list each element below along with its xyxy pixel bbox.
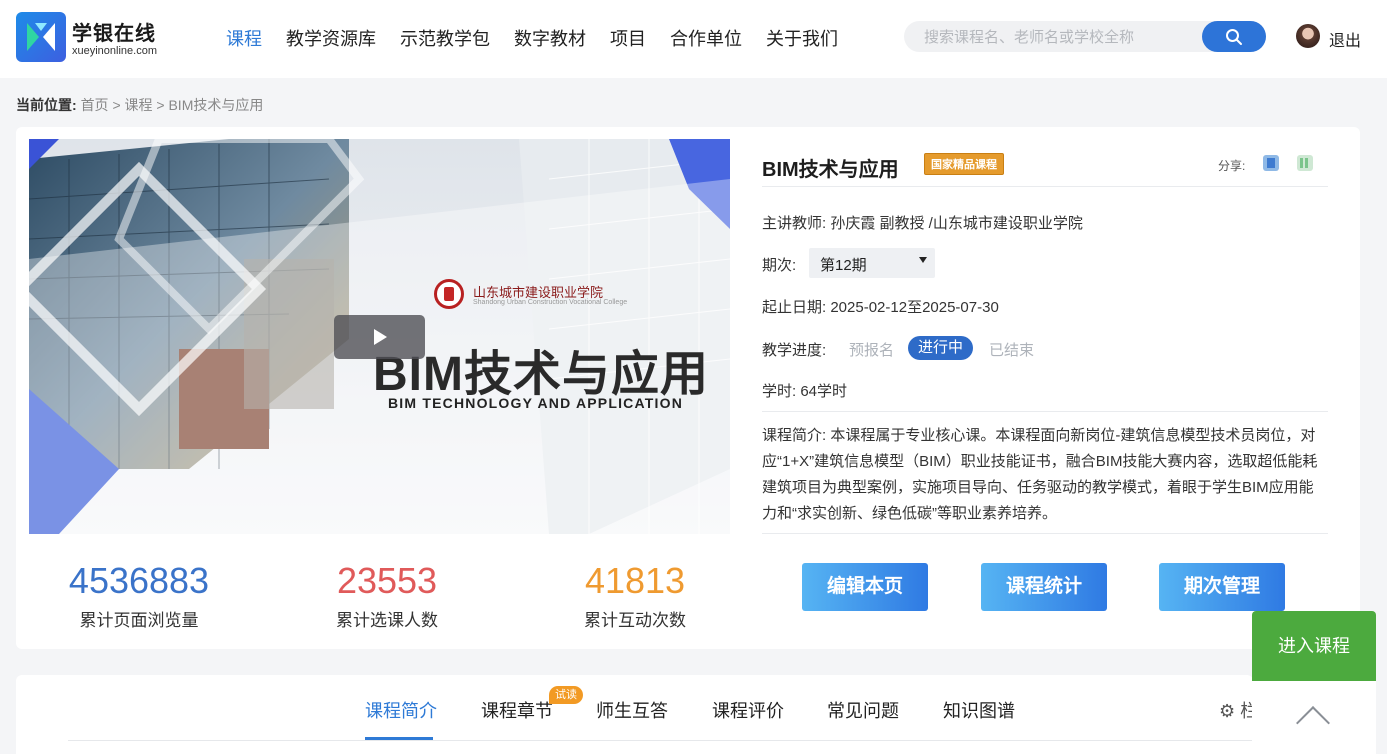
- share-qq-icon[interactable]: [1263, 155, 1279, 171]
- period-management-button[interactable]: 期次管理: [1159, 563, 1285, 611]
- edit-page-button[interactable]: 编辑本页: [802, 563, 928, 611]
- logo-icon[interactable]: [16, 12, 66, 62]
- nav-digital-textbooks[interactable]: 数字教材: [514, 25, 586, 51]
- main-nav: 课程 教学资源库 示范教学包 数字教材 项目 合作单位 关于我们: [226, 25, 862, 51]
- cover-school-name-en: Shandong Urban Construction Vocational C…: [473, 299, 628, 306]
- enter-course-button[interactable]: 进入课程: [1252, 611, 1376, 681]
- nav-teaching-packages[interactable]: 示范教学包: [400, 25, 490, 51]
- national-quality-badge: 国家精品课程: [924, 153, 1004, 175]
- chevron-down-icon: [919, 257, 927, 263]
- search-button[interactable]: [1202, 21, 1266, 52]
- summary-divider: [762, 533, 1328, 534]
- course-hours: 学时: 64学时: [762, 383, 848, 400]
- course-teacher: 主讲教师: 孙庆霞 副教授 /山东城市建设职业学院: [762, 215, 1083, 232]
- tab-qa[interactable]: 师生互答: [596, 697, 668, 723]
- progress-step-ended: 已结束: [989, 342, 1035, 359]
- stat-page-views-label: 累计页面浏览量: [79, 611, 199, 630]
- title-divider: [762, 186, 1328, 187]
- avatar[interactable]: [1296, 24, 1320, 48]
- header: 学银在线 xueyinonline.com 课程 教学资源库 示范教学包 数字教…: [0, 0, 1387, 78]
- stat-page-views-value: 4536883: [68, 560, 210, 601]
- tab-intro[interactable]: 课程简介: [365, 697, 437, 723]
- play-icon[interactable]: [334, 315, 425, 359]
- school-seal-icon: [434, 279, 464, 309]
- cover-subtitle: BIM TECHNOLOGY AND APPLICATION: [388, 395, 683, 411]
- stat-enrollments-label: 累计选课人数: [336, 611, 438, 630]
- nav-about[interactable]: 关于我们: [766, 25, 838, 51]
- share-wechat-icon[interactable]: [1297, 155, 1313, 171]
- share-label: 分享:: [1218, 159, 1246, 173]
- logout-link[interactable]: 退出: [1329, 27, 1361, 51]
- stat-interactions-value: 41813: [584, 560, 686, 601]
- course-title: BIM技术与应用: [762, 159, 899, 181]
- nav-partners[interactable]: 合作单位: [670, 25, 742, 51]
- tabs-divider: [68, 740, 1253, 741]
- nav-resource-library[interactable]: 教学资源库: [286, 25, 376, 51]
- search-input[interactable]: [924, 26, 1194, 48]
- period-select[interactable]: 第12期: [809, 248, 935, 278]
- progress-label: 教学进度:: [762, 342, 827, 359]
- progress-step-prereg: 预报名: [849, 342, 895, 359]
- breadcrumb: 当前位置: 首页 > 课程 > BIM技术与应用: [16, 95, 263, 115]
- course-summary: 课程简介: 本课程属于专业核心课。本课程面向新岗位-建筑信息模型技术员岗位，对应…: [762, 427, 1318, 522]
- tab-faq[interactable]: 常见问题: [827, 697, 899, 723]
- stat-interactions-label: 累计互动次数: [584, 611, 686, 630]
- period-label: 期次:: [762, 257, 797, 274]
- brand-name[interactable]: 学银在线: [72, 17, 156, 46]
- brand-domain: xueyinonline.com: [72, 45, 157, 57]
- search-icon: [1226, 29, 1242, 45]
- course-dates: 起止日期: 2025-02-12至2025-07-30: [762, 299, 999, 316]
- back-to-top-icon[interactable]: [1252, 681, 1376, 754]
- nav-projects[interactable]: 项目: [610, 25, 646, 51]
- tab-knowledge-graph[interactable]: 知识图谱: [943, 697, 1015, 723]
- tab-chapters[interactable]: 课程章节: [481, 697, 553, 723]
- trial-badge: 试读: [549, 686, 583, 704]
- breadcrumb-lead: 当前位置:: [16, 97, 77, 113]
- stat-enrollments-value: 23553: [336, 560, 438, 601]
- info-divider: [762, 411, 1328, 412]
- tab-reviews[interactable]: 课程评价: [712, 697, 784, 723]
- progress-step-ongoing: 进行中: [908, 336, 974, 360]
- period-select-value: 第12期: [820, 257, 867, 274]
- search-bar: [904, 21, 1266, 52]
- nav-courses[interactable]: 课程: [226, 25, 262, 51]
- breadcrumb-path[interactable]: 首页 > 课程 > BIM技术与应用: [81, 97, 264, 113]
- course-stats-button[interactable]: 课程统计: [981, 563, 1107, 611]
